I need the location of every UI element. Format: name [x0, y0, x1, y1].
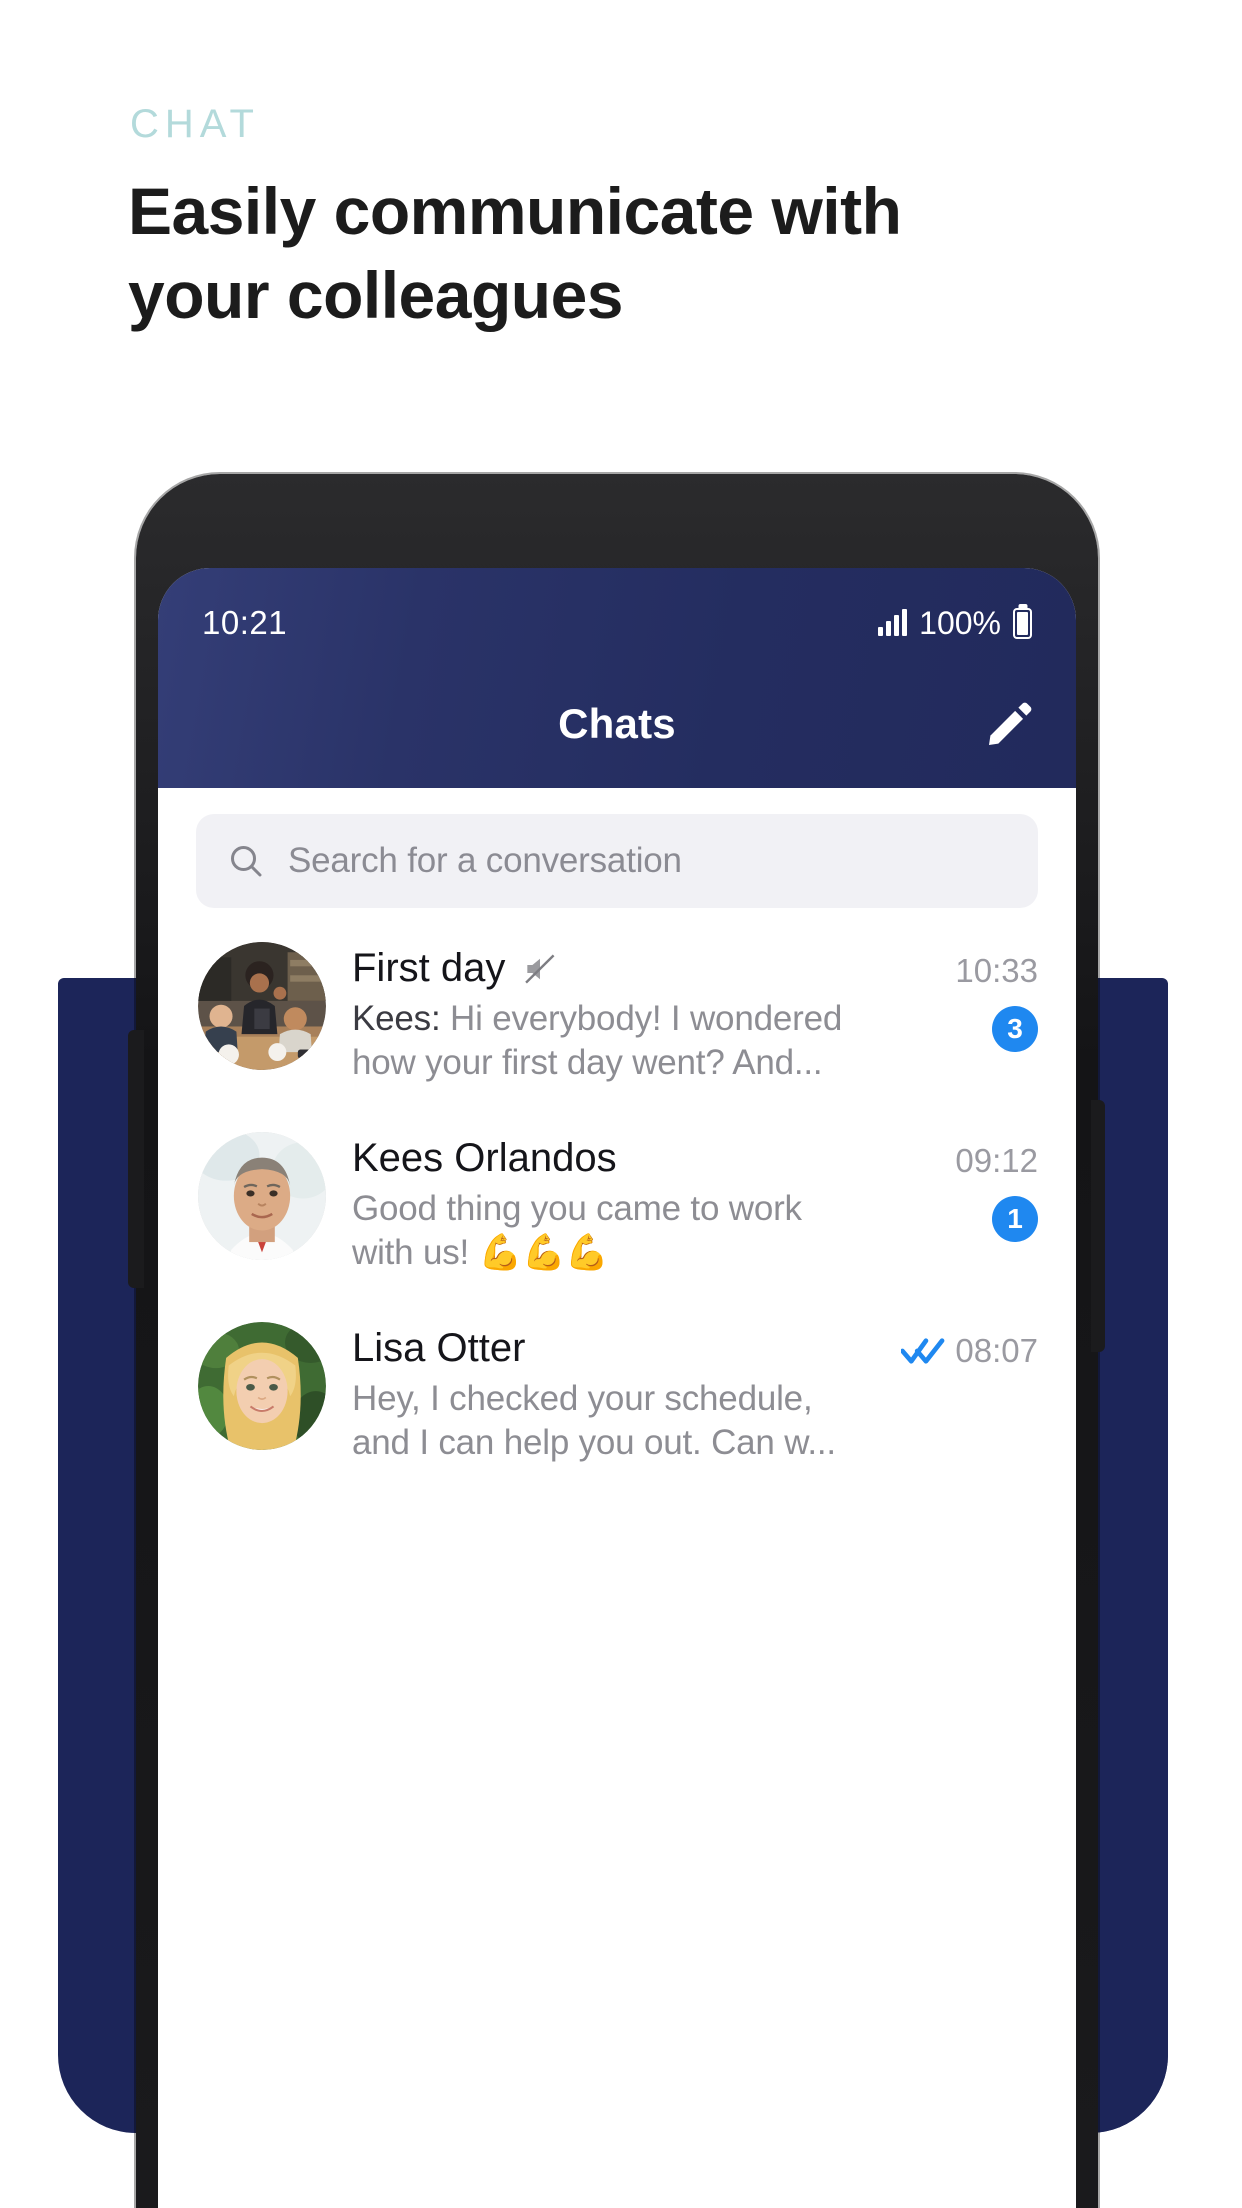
headline-line-1: Easily communicate with: [128, 174, 902, 248]
chat-title-line: First day: [352, 946, 862, 991]
chat-time-line: 10:33: [955, 952, 1038, 990]
chat-name: First day: [352, 946, 506, 990]
chat-list-item[interactable]: Kees Orlandos Good thing you came to wor…: [158, 1108, 1076, 1298]
status-bar: 10:21 100%: [158, 568, 1076, 660]
group-cafe-photo: [198, 942, 326, 1070]
battery-full-icon: [1013, 607, 1032, 639]
power-button[interactable]: [1091, 1100, 1105, 1352]
compose-button[interactable]: [978, 692, 1042, 756]
woman-portrait-photo: [198, 1321, 326, 1450]
chat-name: Kees Orlandos: [352, 1135, 617, 1180]
avatar: [198, 1131, 326, 1260]
headline-line-2: your colleagues: [128, 258, 624, 332]
search-input[interactable]: Search for a conversation: [196, 814, 1038, 908]
chat-title-line: Kees Orlandos: [352, 1136, 862, 1181]
promo-screenshot-page: CHAT Easily communicate with your collea…: [0, 0, 1242, 2208]
eyebrow-label: CHAT: [130, 102, 260, 146]
chat-content: First day Kees: Hi everybody! I wondered…: [352, 942, 862, 1086]
chat-preview: Hey, I checked your schedule, and I can …: [352, 1377, 862, 1466]
unread-badge: 3: [992, 1006, 1038, 1052]
double-check-icon: [901, 1338, 945, 1364]
status-time: 10:21: [202, 604, 288, 641]
chat-preview-sender: Kees:: [352, 999, 441, 1038]
chat-preview: Kees: Hi everybody! I wondered how your …: [352, 997, 862, 1086]
status-indicators: 100%: [878, 605, 1032, 642]
nav-title: Chats: [558, 700, 676, 747]
chat-list: First day Kees: Hi everybody! I wondered…: [158, 908, 1076, 1488]
chat-content: Lisa Otter Hey, I checked your schedule,…: [352, 1322, 862, 1466]
chat-time-line: 09:12: [955, 1142, 1038, 1180]
man-portrait-photo: [198, 1131, 326, 1260]
avatar: [198, 1321, 326, 1450]
signal-bars-icon: [878, 609, 908, 636]
pencil-compose-icon: [989, 702, 1032, 745]
chat-time-line: 08:07: [901, 1332, 1038, 1370]
chat-title-line: Lisa Otter: [352, 1326, 862, 1371]
chat-meta: 10:33 3: [888, 942, 1038, 1052]
unread-badge: 1: [992, 1195, 1038, 1242]
search-section: Search for a conversation: [158, 788, 1076, 908]
chat-time: 08:07: [955, 1331, 1038, 1369]
chat-name: Lisa Otter: [352, 1325, 526, 1370]
chat-time: 10:33: [955, 952, 1038, 989]
search-icon: [231, 846, 262, 877]
chat-list-item[interactable]: Lisa Otter Hey, I checked your schedule,…: [158, 1298, 1076, 1488]
speaker-muted-icon: [525, 954, 555, 983]
battery-percent-label: 100%: [919, 604, 1001, 641]
phone-screen: 10:21 100% Chats Search for a conversati…: [158, 568, 1076, 2208]
chat-meta: 08:07: [888, 1322, 1038, 1432]
chat-meta: 09:12 1: [888, 1132, 1038, 1242]
app-header: 10:21 100% Chats: [158, 568, 1076, 788]
nav-bar: Chats: [158, 660, 1076, 788]
chat-time: 09:12: [955, 1141, 1038, 1179]
avatar: [198, 942, 326, 1070]
chat-list-item[interactable]: First day Kees: Hi everybody! I wondered…: [158, 918, 1076, 1108]
volume-button[interactable]: [128, 1030, 144, 1288]
page-title: Easily communicate with your colleagues: [128, 178, 1088, 328]
chat-preview-text: Hey, I checked your schedule, and I can …: [352, 1378, 836, 1463]
chat-preview-text: Good thing you came to work with us! 💪💪💪: [352, 1188, 802, 1273]
chat-content: Kees Orlandos Good thing you came to wor…: [352, 1132, 862, 1276]
chat-preview: Good thing you came to work with us! 💪💪💪: [352, 1187, 862, 1276]
search-placeholder: Search for a conversation: [288, 841, 682, 880]
